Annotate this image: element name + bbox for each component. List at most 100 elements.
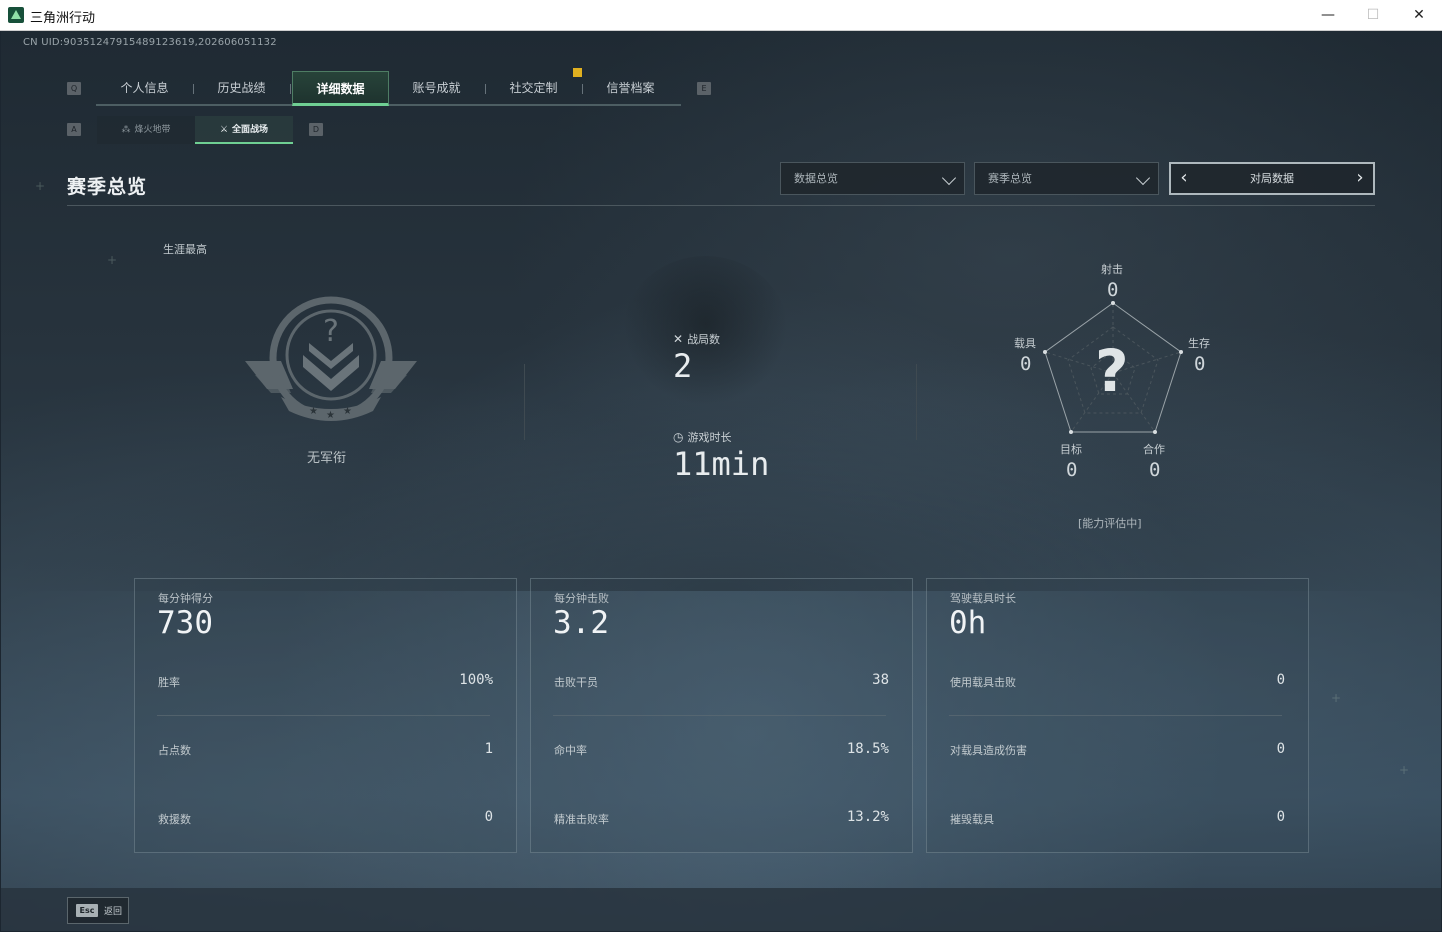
close-button[interactable]: ✕ bbox=[1396, 0, 1442, 31]
svg-text:?: ? bbox=[323, 314, 339, 349]
decor-plus-icon: + bbox=[1399, 763, 1410, 777]
tab-full-battlefield-label: 全面战场 bbox=[232, 125, 269, 135]
matches-value: 2 bbox=[673, 347, 693, 385]
column-divider bbox=[916, 364, 917, 440]
key-hint-d: D bbox=[309, 123, 323, 136]
tab-hazard-zone[interactable]: ⁂ 烽火地带 bbox=[97, 116, 195, 144]
notification-badge bbox=[573, 68, 582, 77]
radar-label-survival: 生存 bbox=[1188, 337, 1210, 350]
rank-emblem-icon: ? ★ ★ ★ bbox=[245, 296, 417, 421]
back-label: 返回 bbox=[104, 907, 123, 917]
row-value: 0 bbox=[1276, 741, 1285, 757]
pager-label: 对局数据 bbox=[1250, 172, 1294, 185]
ability-evaluating-status: [能力评估中] bbox=[1078, 517, 1142, 530]
key-hint-q: Q bbox=[67, 82, 81, 95]
main-tab-bar: 个人信息 历史战绩 详细数据 账号成就 社交定制 信誉档案 bbox=[96, 71, 681, 106]
esc-key-hint: Esc bbox=[76, 904, 98, 917]
playtime-label: 游戏时长 bbox=[687, 431, 732, 444]
row-label: 使用载具击败 bbox=[950, 676, 1016, 689]
radar-value-shooting: 0 bbox=[1107, 279, 1119, 301]
tab-detailed-data[interactable]: 详细数据 bbox=[292, 71, 389, 106]
card-main-value: 0h bbox=[949, 605, 987, 641]
stopwatch-icon: ◷ bbox=[673, 430, 684, 444]
row-divider bbox=[157, 715, 490, 716]
tab-hazard-zone-label: 烽火地带 bbox=[134, 125, 171, 135]
decor-plus-icon: + bbox=[107, 253, 118, 267]
row-divider bbox=[949, 715, 1282, 716]
tab-social-custom[interactable]: 社交定制 bbox=[485, 71, 582, 106]
app-logo-icon bbox=[8, 7, 24, 23]
row-label: 对载具造成伤害 bbox=[950, 744, 1027, 757]
column-divider bbox=[524, 364, 525, 440]
row-value: 0 bbox=[484, 809, 493, 825]
row-label: 救援数 bbox=[158, 813, 191, 826]
svg-text:★: ★ bbox=[343, 406, 352, 417]
player-uid: CN UID:9035124791548912361​9,2026060​511… bbox=[23, 37, 277, 48]
row-value: 38 bbox=[872, 672, 889, 688]
maximize-button[interactable]: ☐ bbox=[1350, 0, 1396, 31]
tab-credit-record[interactable]: 信誉档案 bbox=[582, 71, 679, 106]
window-title: 三角洲行动 bbox=[30, 11, 96, 26]
stat-card-kills: 每分钟击败 3.2 击败干员 38 命中率 18.5% 精准击败率 13.2% bbox=[530, 578, 913, 853]
data-type-dropdown[interactable]: 数据总览 bbox=[780, 162, 965, 195]
tab-match-history[interactable]: 历史战绩 bbox=[193, 71, 290, 106]
row-label: 精准击败率 bbox=[554, 813, 609, 826]
row-value: 13.2% bbox=[846, 809, 889, 825]
row-label: 胜率 bbox=[158, 676, 180, 689]
card-title: 每分钟得分 bbox=[158, 592, 213, 605]
playtime-label-row: ◷ 游戏时长 bbox=[673, 429, 731, 445]
row-label: 击败干员 bbox=[554, 676, 598, 689]
window-titlebar: 三角洲行动 — ☐ ✕ bbox=[0, 0, 1442, 31]
crossed-swords-icon: ✕ bbox=[673, 332, 684, 346]
bottom-bar bbox=[1, 888, 1441, 931]
data-type-dropdown-value: 数据总览 bbox=[794, 172, 838, 185]
matches-label-row: ✕ 战局数 bbox=[673, 331, 720, 347]
row-value: 0 bbox=[1276, 809, 1285, 825]
decor-plus-icon: + bbox=[1331, 691, 1342, 705]
matches-label: 战局数 bbox=[687, 333, 721, 346]
season-dropdown-value: 赛季总览 bbox=[988, 172, 1032, 185]
rank-name: 无军衔 bbox=[307, 451, 347, 466]
tab-separator bbox=[290, 84, 291, 94]
svg-text:★: ★ bbox=[309, 406, 318, 417]
game-viewport: CN UID:9035124791548912361​9,2026060​511… bbox=[1, 31, 1441, 931]
battlefield-icon: ⚔ bbox=[219, 125, 229, 135]
row-value: 0 bbox=[1276, 672, 1285, 688]
row-label: 摧毁载具 bbox=[950, 813, 994, 826]
row-label: 命中率 bbox=[554, 744, 587, 757]
radar-value-vehicle: 0 bbox=[1020, 353, 1032, 375]
radar-label-objective: 目标 bbox=[1060, 443, 1082, 456]
section-title: 赛季总览 bbox=[67, 176, 148, 198]
playtime-value: 11min bbox=[673, 445, 770, 483]
mode-tab-bar: ⁂ 烽火地带 ⚔ 全面战场 bbox=[97, 116, 293, 144]
season-dropdown[interactable]: 赛季总览 bbox=[974, 162, 1159, 195]
flame-icon: ⁂ bbox=[121, 125, 131, 135]
background-hills bbox=[1, 391, 1441, 591]
row-divider bbox=[553, 715, 886, 716]
row-label: 占点数 bbox=[158, 744, 191, 757]
card-title: 驾驶载具时长 bbox=[950, 592, 1016, 605]
chevron-right-icon[interactable]: › bbox=[1349, 164, 1371, 193]
card-title: 每分钟击败 bbox=[554, 592, 609, 605]
minimize-button[interactable]: — bbox=[1305, 0, 1351, 31]
radar-value-objective: 0 bbox=[1066, 459, 1078, 481]
back-button[interactable]: Esc 返回 bbox=[67, 897, 129, 924]
chevron-down-icon bbox=[941, 170, 957, 186]
row-value: 100% bbox=[459, 672, 493, 688]
radar-label-vehicle: 载具 bbox=[1014, 337, 1036, 350]
radar-unknown-mark: ? bbox=[1095, 337, 1129, 405]
tab-full-battlefield[interactable]: ⚔ 全面战场 bbox=[195, 116, 293, 144]
career-highest-label: 生涯最高 bbox=[163, 243, 207, 256]
tab-achievements[interactable]: 账号成就 bbox=[388, 71, 485, 106]
chevron-left-icon[interactable]: ‹ bbox=[1173, 164, 1195, 193]
section-divider bbox=[67, 205, 1375, 206]
row-value: 1 bbox=[484, 741, 493, 757]
row-value: 18.5% bbox=[846, 741, 889, 757]
card-main-value: 730 bbox=[157, 605, 213, 641]
key-hint-e: E bbox=[697, 82, 711, 95]
key-hint-a: A bbox=[67, 123, 81, 136]
tab-personal-info[interactable]: 个人信息 bbox=[96, 71, 193, 106]
radar-label-cooperation: 合作 bbox=[1143, 443, 1165, 456]
stat-card-vehicle: 驾驶载具时长 0h 使用载具击败 0 对载具造成伤害 0 摧毁载具 0 bbox=[926, 578, 1309, 853]
radar-label-shooting: 射击 bbox=[1101, 263, 1123, 276]
